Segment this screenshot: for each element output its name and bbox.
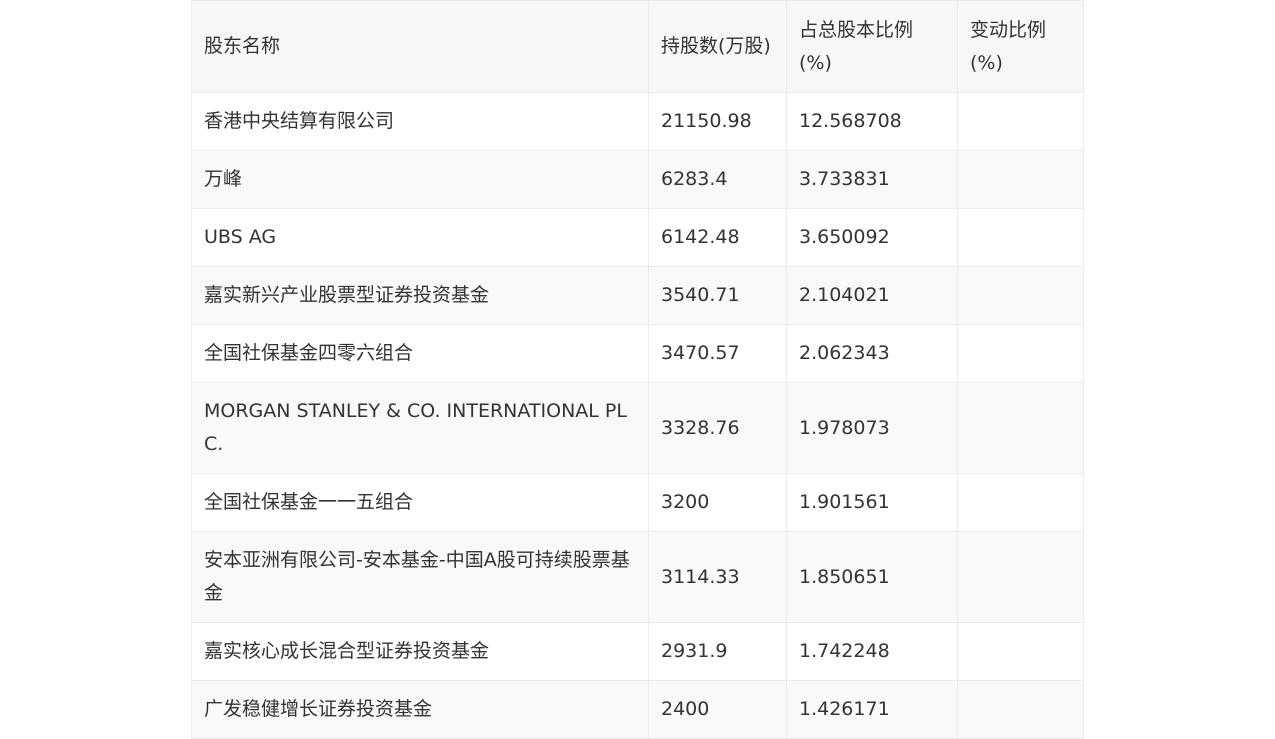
shareholder-table: 股东名称 持股数(万股) 占总股本比例(%) 变动比例(%) 香港中央结算有限公… <box>191 0 1084 739</box>
cell-shares: 3470.57 <box>648 324 787 383</box>
cell-change <box>957 324 1084 383</box>
cell-change <box>957 531 1084 623</box>
table-row: 万峰 6283.4 3.733831 <box>191 150 1084 209</box>
cell-shares: 3328.76 <box>648 382 787 474</box>
cell-name: 全国社保基金四零六组合 <box>191 324 649 383</box>
cell-change <box>957 208 1084 267</box>
cell-change <box>957 622 1084 681</box>
cell-name: MORGAN STANLEY & CO. INTERNATIONAL PLC. <box>191 382 649 474</box>
cell-change <box>957 150 1084 209</box>
cell-shares: 2931.9 <box>648 622 787 681</box>
cell-change <box>957 92 1084 151</box>
cell-name: 万峰 <box>191 150 649 209</box>
cell-ratio: 12.568708 <box>786 92 958 151</box>
table-row: 嘉实核心成长混合型证券投资基金 2931.9 1.742248 <box>191 622 1084 681</box>
cell-ratio: 2.104021 <box>786 266 958 325</box>
cell-shares: 3540.71 <box>648 266 787 325</box>
cell-name: 广发稳健增长证券投资基金 <box>191 680 649 739</box>
table-row: MORGAN STANLEY & CO. INTERNATIONAL PLC. … <box>191 382 1084 474</box>
header-change-ratio: 变动比例(%) <box>957 0 1084 93</box>
cell-change <box>957 382 1084 474</box>
cell-shares: 6142.48 <box>648 208 787 267</box>
cell-change <box>957 680 1084 739</box>
cell-ratio: 2.062343 <box>786 324 958 383</box>
cell-name: 嘉实核心成长混合型证券投资基金 <box>191 622 649 681</box>
header-shareholder-name: 股东名称 <box>191 0 649 93</box>
cell-change <box>957 266 1084 325</box>
cell-shares: 6283.4 <box>648 150 787 209</box>
cell-ratio: 1.850651 <box>786 531 958 623</box>
cell-ratio: 3.650092 <box>786 208 958 267</box>
cell-shares: 21150.98 <box>648 92 787 151</box>
table-row: 全国社保基金一一五组合 3200 1.901561 <box>191 473 1084 532</box>
table-row: 全国社保基金四零六组合 3470.57 2.062343 <box>191 324 1084 383</box>
cell-name: UBS AG <box>191 208 649 267</box>
cell-shares: 3200 <box>648 473 787 532</box>
cell-ratio: 1.901561 <box>786 473 958 532</box>
table-row: 广发稳健增长证券投资基金 2400 1.426171 <box>191 680 1084 739</box>
cell-name: 嘉实新兴产业股票型证券投资基金 <box>191 266 649 325</box>
table-row: 安本亚洲有限公司-安本基金-中国A股可持续股票基金 3114.33 1.8506… <box>191 531 1084 623</box>
cell-ratio: 3.733831 <box>786 150 958 209</box>
cell-ratio: 1.426171 <box>786 680 958 739</box>
header-shares-held: 持股数(万股) <box>648 0 787 93</box>
table-row: UBS AG 6142.48 3.650092 <box>191 208 1084 267</box>
cell-shares: 3114.33 <box>648 531 787 623</box>
cell-ratio: 1.742248 <box>786 622 958 681</box>
table-row: 嘉实新兴产业股票型证券投资基金 3540.71 2.104021 <box>191 266 1084 325</box>
cell-name: 香港中央结算有限公司 <box>191 92 649 151</box>
shareholder-table-container: 股东名称 持股数(万股) 占总股本比例(%) 变动比例(%) 香港中央结算有限公… <box>191 0 1084 739</box>
cell-ratio: 1.978073 <box>786 382 958 474</box>
cell-name: 全国社保基金一一五组合 <box>191 473 649 532</box>
cell-name: 安本亚洲有限公司-安本基金-中国A股可持续股票基金 <box>191 531 649 623</box>
header-share-ratio: 占总股本比例(%) <box>786 0 958 93</box>
table-header-row: 股东名称 持股数(万股) 占总股本比例(%) 变动比例(%) <box>191 0 1084 93</box>
cell-shares: 2400 <box>648 680 787 739</box>
cell-change <box>957 473 1084 532</box>
table-row: 香港中央结算有限公司 21150.98 12.568708 <box>191 92 1084 151</box>
